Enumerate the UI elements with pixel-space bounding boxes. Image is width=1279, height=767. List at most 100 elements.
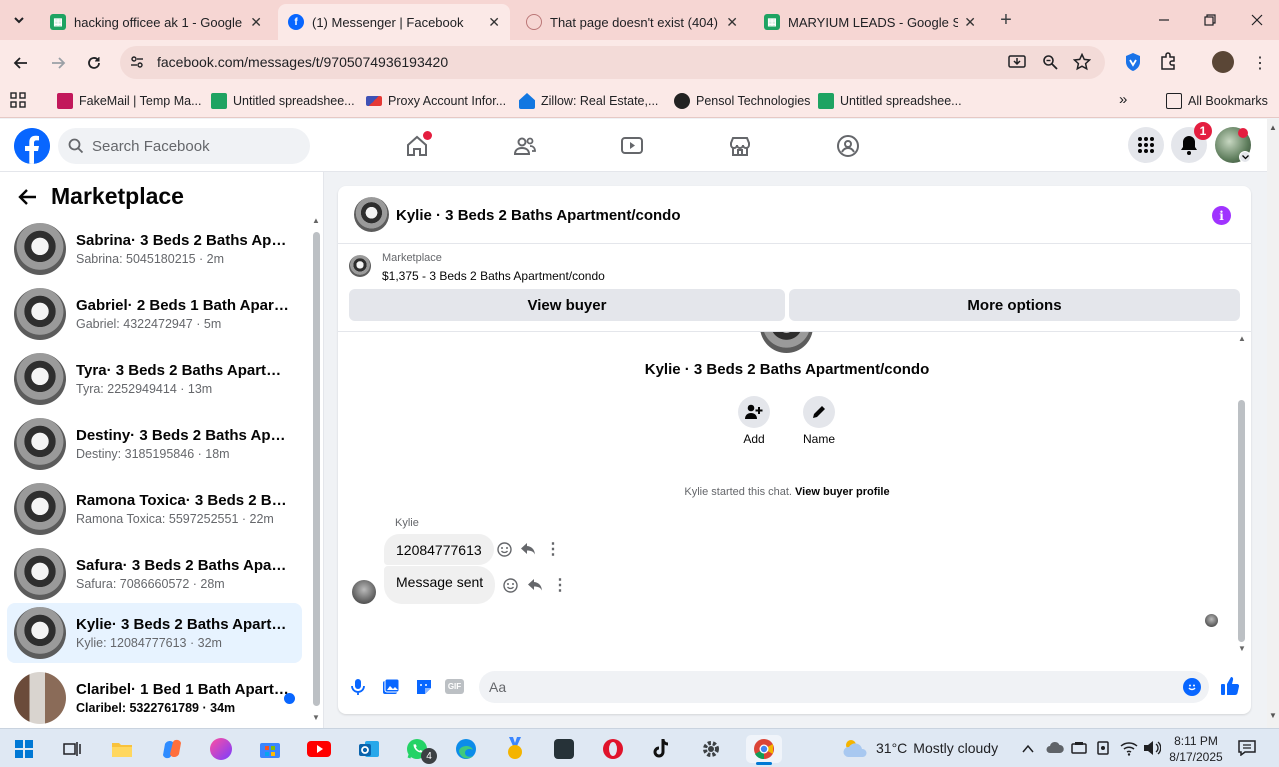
tab-maryium-leads[interactable]: ▦ MARYIUM LEADS - Google She ✕ — [754, 4, 986, 40]
apps-grid-icon[interactable] — [10, 92, 26, 113]
more-bookmarks-chevron-icon[interactable]: » — [1119, 91, 1127, 108]
tab-close-icon[interactable]: ✕ — [250, 14, 262, 31]
react-smiley-icon[interactable] — [501, 576, 519, 594]
microphone-icon[interactable] — [350, 678, 366, 701]
message-bubble[interactable]: Message sent — [384, 566, 496, 604]
conversation-item[interactable]: Ramona Toxica· 3 Beds 2 Baths ... Ramona … — [7, 479, 302, 539]
more-options-button[interactable]: More options — [789, 289, 1240, 321]
site-settings-icon[interactable] — [129, 54, 145, 75]
youtube-icon[interactable] — [305, 735, 333, 763]
marketplace-icon[interactable] — [725, 131, 755, 161]
conversation-item[interactable]: Tyra· 3 Beds 2 Baths Apartment... Tyra: 2… — [7, 349, 302, 409]
reply-arrow-icon[interactable] — [519, 540, 537, 558]
bookmark-pensol[interactable]: Pensol Technologies — [674, 90, 810, 112]
bookmark-star-icon[interactable] — [1072, 52, 1092, 76]
scroll-down-icon[interactable]: ▼ — [1269, 711, 1277, 720]
microsoft-store-icon[interactable] — [256, 735, 284, 763]
tab-hacking-officee[interactable]: ▦ hacking officee ak 1 - Google D ✕ — [40, 4, 272, 40]
medal-app-icon[interactable] — [501, 735, 529, 763]
account-chevron-icon[interactable] — [1239, 151, 1251, 163]
back-arrow-icon[interactable] — [18, 188, 38, 211]
gif-icon[interactable]: GIF — [445, 679, 464, 694]
listing-thumbnail[interactable] — [349, 255, 371, 277]
scroll-up-icon[interactable]: ▲ — [1269, 123, 1277, 132]
close-window-icon[interactable] — [1245, 10, 1269, 30]
back-arrow-icon[interactable] — [10, 52, 32, 74]
bookmark-zillow[interactable]: Zillow: Real Estate,... — [519, 90, 658, 112]
notification-center-icon[interactable] — [1238, 740, 1256, 761]
bookmark-untitled-2[interactable]: Untitled spreadshee... — [818, 90, 962, 112]
conversation-scrollbar[interactable]: ▲ ▼ — [311, 216, 321, 728]
more-actions-icon[interactable]: ⋮ — [551, 576, 569, 594]
add-button[interactable] — [738, 396, 770, 428]
file-explorer-icon[interactable] — [108, 735, 136, 763]
restore-icon[interactable] — [1198, 10, 1222, 30]
dark-app-icon[interactable] — [550, 735, 578, 763]
outlook-icon[interactable] — [355, 735, 383, 763]
conversation-item[interactable]: Safura· 3 Beds 2 Baths Apartme... Safura:… — [7, 544, 302, 604]
chrome-menu-icon[interactable]: ⋮ — [1252, 53, 1268, 73]
install-app-icon[interactable] — [1008, 54, 1026, 75]
new-tab-plus-icon[interactable]: + — [994, 9, 1018, 31]
scrollbar-thumb[interactable] — [1238, 400, 1245, 642]
view-buyer-profile-link[interactable]: View buyer profile — [795, 486, 890, 498]
chrome-taskbar-icon[interactable] — [746, 735, 782, 765]
message-input[interactable]: Aa — [479, 671, 1209, 703]
gaming-icon[interactable] — [833, 131, 863, 161]
scroll-down-icon[interactable]: ▼ — [312, 713, 320, 722]
windows-start-icon[interactable] — [10, 735, 38, 763]
menu-grid-button[interactable] — [1128, 127, 1164, 163]
edge-icon[interactable] — [452, 735, 480, 763]
watch-video-icon[interactable] — [617, 131, 647, 161]
tab-404[interactable]: That page doesn't exist (404) - F ✕ — [516, 4, 748, 40]
bookmark-untitled-1[interactable]: Untitled spreadshee... — [211, 90, 355, 112]
page-scrollbar[interactable]: ▲ ▼ — [1267, 119, 1279, 728]
show-hidden-icons-chevron[interactable] — [1022, 741, 1034, 759]
zoom-icon[interactable] — [1042, 54, 1058, 75]
bookmark-proxy[interactable]: Proxy Account Infor... — [366, 90, 506, 112]
like-thumbs-up-icon[interactable] — [1220, 676, 1240, 701]
facebook-logo[interactable] — [14, 128, 50, 164]
device-icon[interactable] — [1071, 741, 1087, 760]
copilot-icon[interactable] — [158, 735, 186, 763]
profile-avatar[interactable] — [1212, 51, 1234, 73]
conversation-item[interactable]: Destiny· 3 Beds 2 Baths Apartm... Destiny… — [7, 414, 302, 474]
chat-avatar[interactable] — [354, 197, 389, 232]
message-bubble[interactable]: 12084777613 — [384, 534, 494, 565]
forward-arrow-icon[interactable] — [47, 52, 69, 74]
home-icon[interactable] — [402, 131, 432, 161]
scroll-up-icon[interactable]: ▲ — [1238, 334, 1246, 343]
onedrive-icon[interactable] — [1046, 740, 1064, 759]
minimize-icon[interactable] — [1152, 10, 1176, 30]
chat-scrollbar[interactable]: ▲ ▼ — [1237, 332, 1247, 653]
extensions-puzzle-icon[interactable] — [1159, 52, 1177, 75]
weather-widget[interactable]: 31°C Mostly cloudy — [842, 737, 998, 759]
scrollbar-thumb[interactable] — [313, 232, 320, 706]
settings-gear-icon[interactable] — [697, 735, 725, 763]
shield-extension-icon[interactable] — [1124, 52, 1142, 77]
photo-attach-icon[interactable] — [382, 678, 400, 701]
sticker-icon[interactable] — [415, 678, 433, 701]
react-smiley-icon[interactable] — [495, 540, 513, 558]
reply-arrow-icon[interactable] — [526, 576, 544, 594]
friends-icon[interactable] — [510, 131, 540, 161]
info-icon[interactable]: i — [1212, 206, 1231, 225]
tiktok-icon[interactable] — [648, 735, 676, 763]
clock[interactable]: 8:11 PM 8/17/2025 — [1166, 733, 1226, 765]
facebook-search-input[interactable]: Search Facebook — [58, 128, 310, 164]
address-bar[interactable]: facebook.com/messages/t/9705074936193420 — [120, 46, 1105, 79]
tab-messenger[interactable]: f (1) Messenger | Facebook ✕ — [278, 4, 510, 40]
wifi-icon[interactable] — [1120, 740, 1138, 761]
scroll-up-icon[interactable]: ▲ — [312, 216, 320, 225]
tab-close-icon[interactable]: ✕ — [726, 14, 738, 31]
chat-header-title[interactable]: Kylie · 3 Beds 2 Baths Apartment/condo — [396, 207, 681, 224]
conversation-item[interactable]: Claribel· 1 Bed 1 Bath Apartme... Claribe… — [7, 668, 302, 728]
volume-icon[interactable] — [1143, 740, 1162, 761]
tab-search-chevron-icon[interactable] — [8, 10, 30, 30]
opera-icon[interactable] — [599, 735, 627, 763]
bookmark-fakemail[interactable]: FakeMail | Temp Ma... — [57, 90, 202, 112]
task-view-icon[interactable] — [58, 735, 86, 763]
network-camera-icon[interactable] — [1096, 740, 1112, 761]
conversation-item[interactable]: Kylie· 3 Beds 2 Baths Apartment... Kylie:… — [7, 603, 302, 663]
app-purple-icon[interactable] — [207, 735, 235, 763]
